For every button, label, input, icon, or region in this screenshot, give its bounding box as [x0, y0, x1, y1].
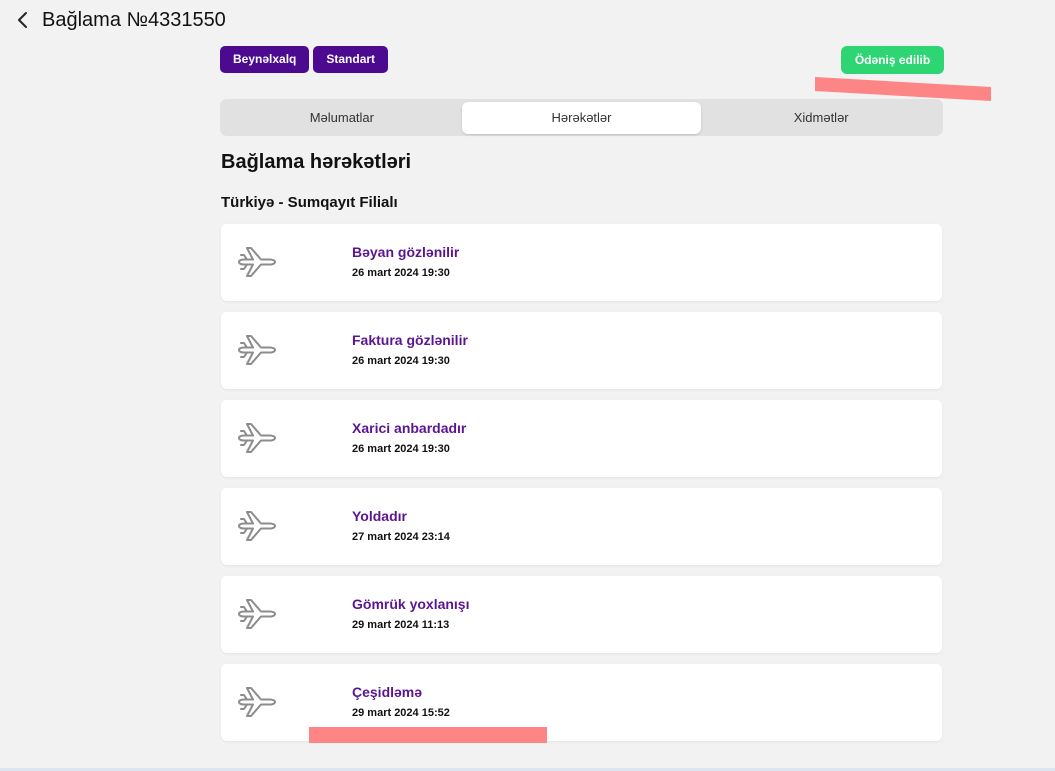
event-card: Gömrük yoxlanışı 29 mart 2024 11:13 [221, 576, 942, 653]
event-date: 26 mart 2024 19:30 [352, 355, 450, 367]
airplane-icon [238, 687, 276, 717]
event-date: 26 mart 2024 19:30 [352, 443, 450, 455]
airplane-icon [238, 247, 276, 277]
header: Bağlama №4331550 [14, 8, 226, 32]
back-button[interactable] [14, 8, 32, 32]
event-card: Bəyan gözlənilir 26 mart 2024 19:30 [221, 224, 942, 301]
tab-bar: Məlumatlar Hərəkətlər Xidmətlər [220, 99, 943, 136]
tab-movements[interactable]: Hərəkətlər [461, 101, 702, 134]
event-list: Bəyan gözlənilir 26 mart 2024 19:30 Fakt… [221, 224, 942, 752]
event-status: Çeşidləmə [352, 684, 423, 700]
section-title: Bağlama hərəkətləri [221, 151, 412, 173]
airplane-icon [238, 335, 276, 365]
airplane-icon [238, 423, 276, 453]
event-card: Faktura gözlənilir 26 mart 2024 19:30 [221, 312, 942, 389]
redaction-mark [815, 77, 991, 101]
branch-name: Türkiyə - Sumqayıt Filialı [221, 194, 398, 211]
tab-services[interactable]: Xidmətlər [701, 102, 941, 134]
event-status: Yoldadır [352, 508, 407, 524]
payment-status-badge: Ödəniş edilib [841, 46, 944, 74]
event-card: Xarici anbardadır 26 mart 2024 19:30 [221, 400, 942, 477]
page-title: Bağlama №4331550 [42, 8, 226, 31]
event-card: Çeşidləmə 29 mart 2024 15:52 [221, 664, 942, 741]
tag-group: Beynəlxalq Standart [220, 46, 389, 73]
tab-info[interactable]: Məlumatlar [222, 102, 462, 134]
event-status: Bəyan gözlənilir [352, 244, 460, 260]
airplane-icon [238, 511, 276, 541]
event-status: Gömrük yoxlanışı [352, 596, 470, 612]
airplane-icon [238, 599, 276, 629]
standard-badge: Standart [313, 46, 389, 73]
event-status: Xarici anbardadır [352, 420, 467, 436]
event-date: 26 mart 2024 19:30 [352, 267, 450, 279]
event-date: 27 mart 2024 23:14 [352, 531, 450, 543]
international-badge: Beynəlxalq [220, 46, 310, 73]
event-status: Faktura gözlənilir [352, 332, 468, 348]
event-date: 29 mart 2024 11:13 [352, 619, 450, 631]
event-date: 29 mart 2024 15:52 [352, 707, 450, 719]
chevron-left-icon [18, 12, 27, 28]
event-card: Yoldadır 27 mart 2024 23:14 [221, 488, 942, 565]
